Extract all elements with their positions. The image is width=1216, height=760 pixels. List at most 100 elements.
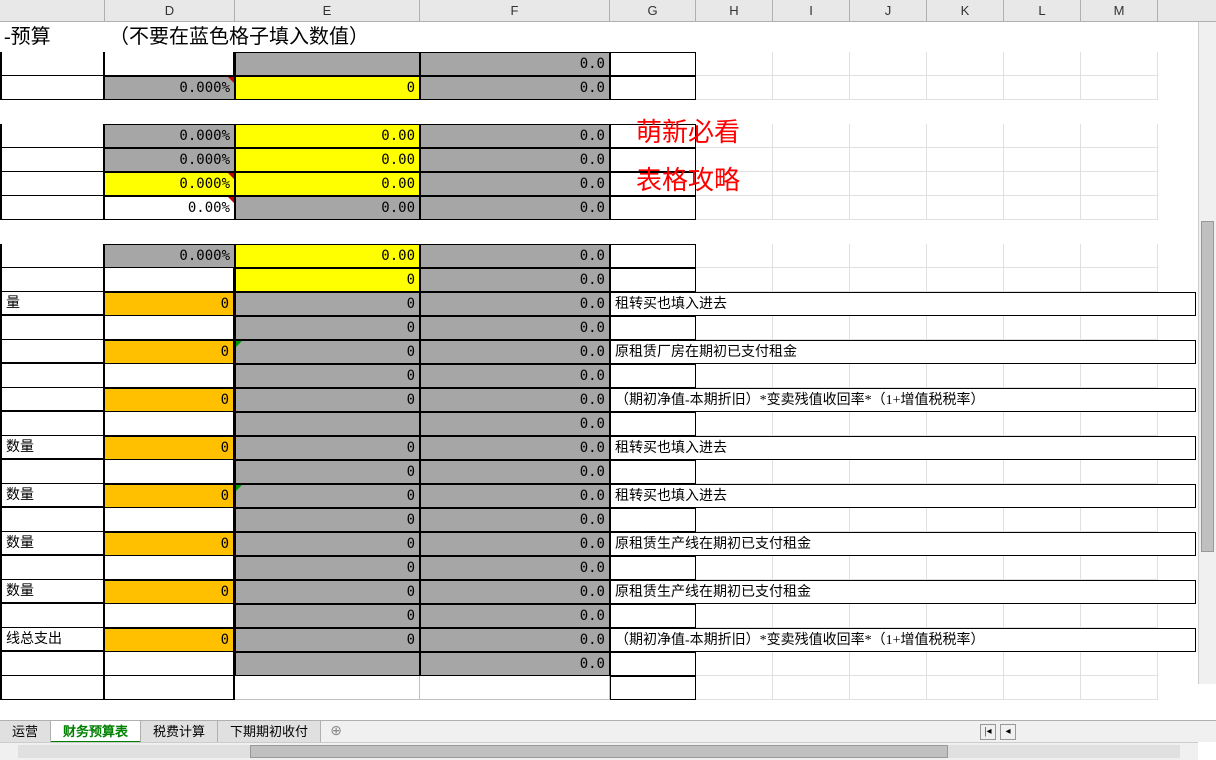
tab-nav-first[interactable]: |◂ xyxy=(980,724,996,740)
cell[interactable] xyxy=(773,196,850,220)
cell[interactable]: 0 xyxy=(105,484,235,508)
cell[interactable]: 数量 xyxy=(0,532,105,556)
cell[interactable] xyxy=(1004,148,1081,172)
cell[interactable]: 0.0 xyxy=(420,412,610,436)
tab-nav-prev[interactable]: ◂ xyxy=(1000,724,1016,740)
cell[interactable] xyxy=(696,364,773,388)
cell[interactable]: 0.0 xyxy=(420,292,610,316)
cell[interactable] xyxy=(610,172,696,196)
cell[interactable] xyxy=(850,100,927,124)
cell[interactable] xyxy=(927,148,1004,172)
cell[interactable] xyxy=(696,196,773,220)
cell[interactable] xyxy=(1081,220,1158,244)
cell[interactable] xyxy=(850,220,927,244)
cell[interactable]: 0.0 xyxy=(420,436,610,460)
cell[interactable]: 0.00 xyxy=(235,196,420,220)
cell[interactable] xyxy=(235,676,420,700)
sheet-tab-财务预算表[interactable]: 财务预算表 xyxy=(51,721,141,743)
cell[interactable] xyxy=(1081,268,1158,292)
cell[interactable] xyxy=(696,172,773,196)
cell[interactable] xyxy=(610,100,696,124)
cell[interactable] xyxy=(1081,676,1158,700)
cell[interactable]: 0.0 xyxy=(420,508,610,532)
note-cell[interactable]: （期初净值-本期折旧）*变卖残值收回率*（1+增值税税率） xyxy=(610,628,1196,652)
cell[interactable] xyxy=(0,172,105,196)
cell[interactable] xyxy=(773,508,850,532)
cell[interactable]: 0.0 xyxy=(420,652,610,676)
cell[interactable] xyxy=(773,100,850,124)
cell[interactable] xyxy=(773,460,850,484)
cell[interactable] xyxy=(610,316,696,340)
cell[interactable] xyxy=(610,244,696,268)
cell[interactable] xyxy=(773,52,850,76)
cell[interactable]: 0 xyxy=(235,460,420,484)
cell[interactable]: 0.00% xyxy=(105,196,235,220)
cell[interactable]: 0 xyxy=(105,388,235,412)
cell[interactable]: 0.0 xyxy=(420,484,610,508)
cell[interactable] xyxy=(0,364,105,388)
cell[interactable]: 0.0 xyxy=(420,148,610,172)
cell[interactable]: 数量 xyxy=(0,436,105,460)
cell[interactable] xyxy=(850,124,927,148)
cell[interactable] xyxy=(927,196,1004,220)
cell[interactable]: 0.0 xyxy=(420,52,610,76)
cell[interactable] xyxy=(0,508,105,532)
cell[interactable]: 0.0 xyxy=(420,268,610,292)
cell[interactable] xyxy=(850,460,927,484)
cell[interactable] xyxy=(610,676,696,700)
cell[interactable] xyxy=(1004,364,1081,388)
column-header-M[interactable]: M xyxy=(1081,0,1158,21)
cell[interactable]: 0 xyxy=(105,292,235,316)
cell[interactable] xyxy=(850,52,927,76)
cell[interactable] xyxy=(0,220,105,244)
horizontal-scroll-thumb[interactable] xyxy=(250,745,947,758)
note-cell[interactable]: 原租赁生产线在期初已支付租金 xyxy=(610,580,1196,604)
cell[interactable] xyxy=(1081,604,1158,628)
cell[interactable] xyxy=(696,124,773,148)
cell[interactable] xyxy=(1004,460,1081,484)
cell[interactable] xyxy=(0,412,105,436)
cell[interactable]: 0 xyxy=(235,292,420,316)
cell[interactable] xyxy=(610,196,696,220)
cell[interactable]: 0 xyxy=(235,484,420,508)
cell[interactable]: 0 xyxy=(235,340,420,364)
cell[interactable]: 0 xyxy=(235,268,420,292)
cell[interactable] xyxy=(0,652,105,676)
cell[interactable] xyxy=(1081,76,1158,100)
cell[interactable]: 0.0 xyxy=(420,460,610,484)
cell[interactable] xyxy=(850,148,927,172)
cell[interactable]: 0.0 xyxy=(420,124,610,148)
cell[interactable] xyxy=(773,220,850,244)
cell[interactable] xyxy=(1004,172,1081,196)
cell[interactable]: 0 xyxy=(105,580,235,604)
cell[interactable] xyxy=(1004,76,1081,100)
cell[interactable] xyxy=(610,148,696,172)
cell[interactable] xyxy=(696,460,773,484)
cell[interactable] xyxy=(1004,316,1081,340)
cell[interactable]: 0 xyxy=(235,364,420,388)
cell[interactable]: 量 xyxy=(0,292,105,316)
column-header-L[interactable]: L xyxy=(1004,0,1081,21)
cell[interactable] xyxy=(696,652,773,676)
sheet-tab-税费计算[interactable]: 税费计算 xyxy=(141,721,218,743)
cell[interactable] xyxy=(1004,508,1081,532)
add-sheet-button[interactable]: ⊕ xyxy=(321,723,351,740)
cell[interactable] xyxy=(0,76,105,100)
cell[interactable] xyxy=(610,268,696,292)
cell[interactable] xyxy=(850,508,927,532)
cell[interactable] xyxy=(773,412,850,436)
cell[interactable] xyxy=(773,556,850,580)
cell[interactable] xyxy=(420,100,610,124)
cell[interactable] xyxy=(696,148,773,172)
cell[interactable]: 0.0 xyxy=(420,244,610,268)
cell[interactable] xyxy=(850,652,927,676)
cell[interactable] xyxy=(1004,652,1081,676)
cell[interactable] xyxy=(610,508,696,532)
cell[interactable] xyxy=(0,460,105,484)
cell[interactable]: 0.0 xyxy=(420,340,610,364)
cell[interactable] xyxy=(1004,268,1081,292)
cell[interactable]: 0.000% xyxy=(105,172,235,196)
cell[interactable] xyxy=(927,124,1004,148)
cell[interactable] xyxy=(696,268,773,292)
cell[interactable] xyxy=(773,148,850,172)
